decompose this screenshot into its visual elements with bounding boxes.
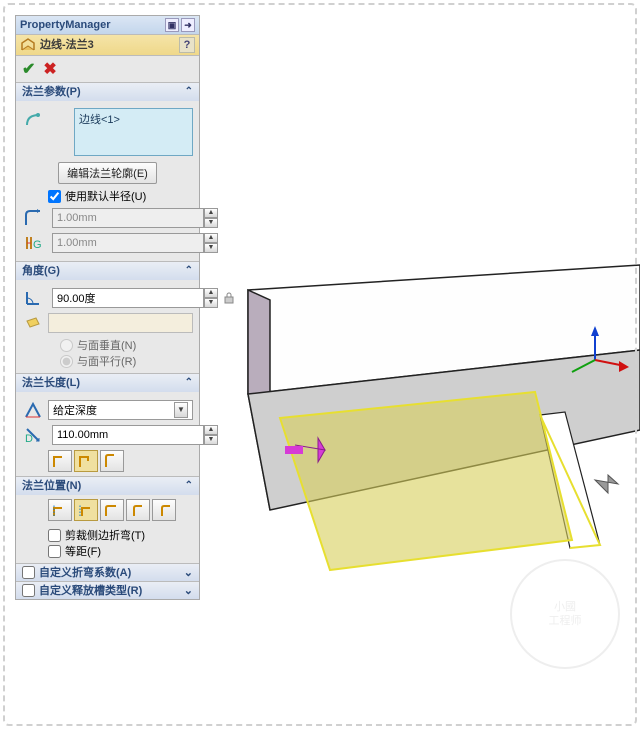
- end-condition-icon: [22, 399, 44, 421]
- length-ref-3[interactable]: [100, 450, 124, 472]
- pos-opt-2[interactable]: [74, 499, 98, 521]
- chevron-up-icon: ⌃: [185, 374, 193, 392]
- spin-up[interactable]: ▲: [204, 425, 218, 435]
- graphics-viewport[interactable]: 小國 工程师: [200, 0, 640, 729]
- gap-input[interactable]: ▲▼: [52, 233, 218, 253]
- edge-select-icon: [22, 108, 44, 130]
- bend-radius-input[interactable]: ▲▼: [52, 208, 218, 228]
- pos-opt-5[interactable]: [152, 499, 176, 521]
- spin-down[interactable]: ▼: [204, 243, 218, 253]
- trim-side-bends-checkbox[interactable]: [48, 529, 61, 542]
- pos-opt-3[interactable]: [100, 499, 124, 521]
- spin-down[interactable]: ▼: [204, 218, 218, 228]
- spin-up[interactable]: ▲: [204, 208, 218, 218]
- gap-icon: G: [22, 232, 44, 254]
- end-condition-select[interactable]: 给定深度 ▼: [48, 400, 193, 420]
- edit-flange-profile-button[interactable]: 编辑法兰轮廓(E): [58, 162, 157, 184]
- chevron-up-icon: ⌃: [185, 477, 193, 495]
- section-header-length[interactable]: 法兰长度(L) ⌃: [16, 374, 199, 392]
- use-default-radius-label: 使用默认半径(U): [65, 188, 146, 204]
- length-input[interactable]: ▲▼: [52, 425, 218, 445]
- section-header-angle[interactable]: 角度(G) ⌃: [16, 262, 199, 280]
- ok-button[interactable]: ✔: [22, 59, 35, 79]
- lock-icon[interactable]: [222, 287, 236, 309]
- section-custom-bend-allowance[interactable]: 自定义折弯系数(A) ⌄: [16, 563, 199, 581]
- custom-relief-checkbox[interactable]: [22, 584, 35, 597]
- parallel-radio: [60, 355, 73, 368]
- svg-text:G: G: [33, 239, 42, 251]
- section-header-position[interactable]: 法兰位置(N) ⌃: [16, 477, 199, 495]
- section-position: 法兰位置(N) ⌃ 剪裁侧边折弯(T) 等距(F): [16, 476, 199, 563]
- section-length: 法兰长度(L) ⌃ 给定深度 ▼ D ▲▼: [16, 373, 199, 476]
- section-angle: 角度(G) ⌃ ▲▼: [16, 261, 199, 373]
- offset-label: 等距(F): [65, 543, 101, 559]
- pos-opt-4[interactable]: [126, 499, 150, 521]
- confirm-bar: ✔ ✖: [16, 56, 199, 82]
- perpendicular-label: 与面垂直(N): [77, 337, 136, 353]
- spin-up[interactable]: ▲: [204, 288, 218, 298]
- feature-title-bar: 边线-法兰3 ?: [16, 34, 199, 56]
- perpendicular-radio: [60, 339, 73, 352]
- section-header-params[interactable]: 法兰参数(P) ⌃: [16, 83, 199, 101]
- edge-selection-list[interactable]: 边线<1>: [74, 108, 193, 156]
- property-manager-panel: PropertyManager ▣ ➜ 边线-法兰3 ? ✔ ✖ 法兰参数(P)…: [15, 15, 200, 600]
- bend-radius-icon: [22, 207, 44, 229]
- chevron-down-icon: ⌄: [184, 582, 193, 600]
- spin-down[interactable]: ▼: [204, 435, 218, 445]
- length-icon: D: [22, 424, 44, 446]
- edge-flange-icon: [20, 37, 36, 53]
- use-default-radius-checkbox[interactable]: [48, 190, 61, 203]
- chevron-down-icon: ▼: [174, 402, 188, 418]
- svg-text:D: D: [25, 433, 33, 444]
- parallel-label: 与面平行(R): [77, 353, 136, 369]
- section-custom-relief[interactable]: 自定义释放槽类型(R) ⌄: [16, 581, 199, 599]
- spin-down[interactable]: ▼: [204, 298, 218, 308]
- custom-bend-allowance-checkbox[interactable]: [22, 566, 35, 579]
- chevron-up-icon: ⌃: [185, 83, 193, 101]
- chevron-up-icon: ⌃: [185, 262, 193, 280]
- length-ref-1[interactable]: [48, 450, 72, 472]
- trim-side-bends-label: 剪裁侧边折弯(T): [65, 527, 145, 543]
- watermark: 小國 工程师: [510, 559, 620, 669]
- length-ref-2[interactable]: [74, 450, 98, 472]
- pm-title: PropertyManager: [20, 16, 163, 34]
- pin-icon[interactable]: ▣: [165, 18, 179, 32]
- spin-up[interactable]: ▲: [204, 233, 218, 243]
- ref-face-icon: [22, 312, 44, 334]
- angle-input[interactable]: ▲▼: [52, 288, 218, 308]
- offset-checkbox[interactable]: [48, 545, 61, 558]
- pm-header: PropertyManager ▣ ➜: [16, 16, 199, 34]
- ref-face-field[interactable]: [48, 313, 193, 333]
- cancel-button[interactable]: ✖: [43, 59, 56, 79]
- pos-opt-1[interactable]: [48, 499, 72, 521]
- help-button[interactable]: ?: [179, 37, 195, 53]
- drag-arrow-secondary[interactable]: [595, 475, 618, 493]
- feature-name: 边线-法兰3: [40, 34, 94, 56]
- section-flange-params: 法兰参数(P) ⌃ 边线<1> 编辑法兰轮廓(E) 使用默认半径(U): [16, 82, 199, 261]
- arrow-icon[interactable]: ➜: [181, 18, 195, 32]
- angle-icon: [22, 287, 44, 309]
- chevron-down-icon: ⌄: [184, 564, 193, 582]
